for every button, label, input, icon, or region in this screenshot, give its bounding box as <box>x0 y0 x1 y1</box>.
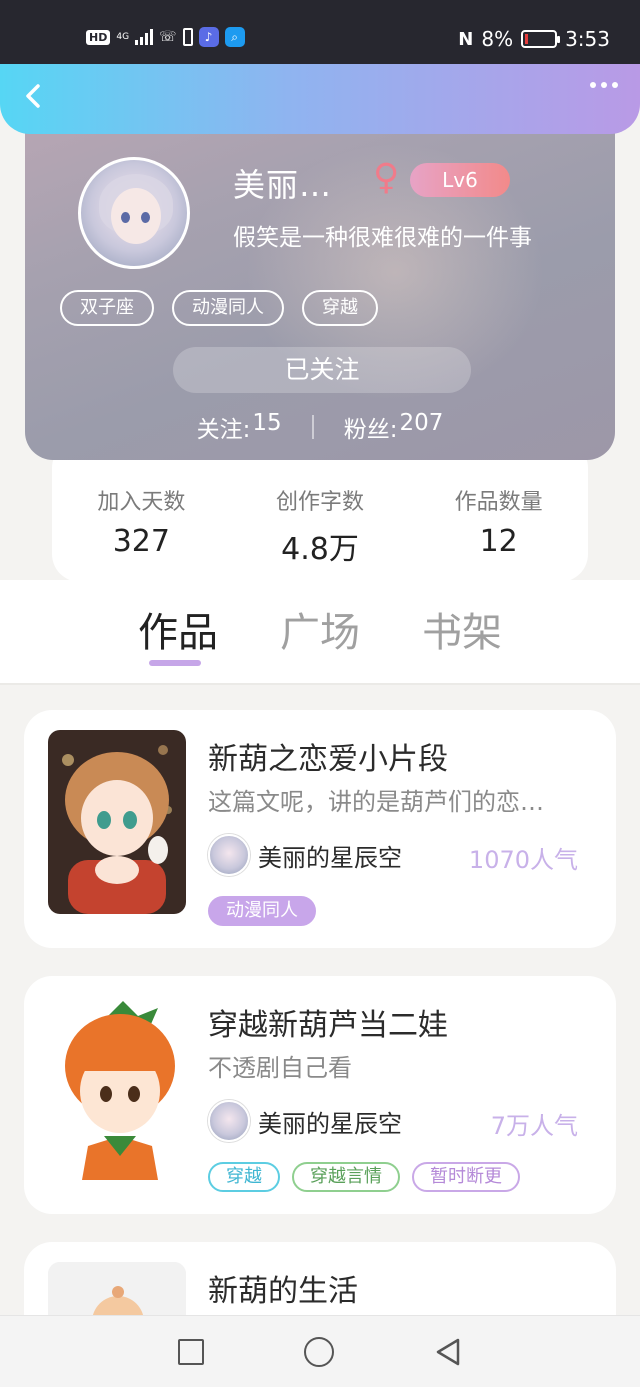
female-icon: ♀ <box>373 157 400 198</box>
summary-card: 加入天数 327 创作字数 4.8万 作品数量 12 <box>52 440 588 582</box>
work-description: 不透剧自己看 <box>208 1054 352 1082</box>
tab-works[interactable]: 作品 <box>138 600 218 658</box>
work-title: 新葫的生活 <box>208 1274 358 1309</box>
active-tab-indicator <box>149 660 201 666</box>
back-button[interactable] <box>18 80 50 112</box>
system-nav-bar <box>0 1315 640 1387</box>
hd-icon: HD <box>86 29 111 45</box>
status-left: HD 4G ☏ ♪ ⌕ <box>86 27 245 47</box>
author-avatar <box>208 1100 250 1142</box>
home-button[interactable] <box>304 1336 334 1367</box>
summary-works-count: 作品数量 12 <box>454 490 543 559</box>
top-nav <box>0 64 640 134</box>
profile-tags: 双子座 动漫同人 穿越 <box>60 290 378 326</box>
author-name: 美丽的星辰空 <box>258 843 402 872</box>
work-tag[interactable]: 穿越言情 <box>292 1162 400 1192</box>
profile-tag[interactable]: 双子座 <box>60 290 154 326</box>
divider <box>311 415 314 439</box>
work-cover[interactable] <box>48 730 186 914</box>
clock: 3:53 <box>565 27 610 51</box>
battery-percent: 8% <box>481 27 514 51</box>
follow-stats: 关注: 15 粉丝: 207 <box>25 410 615 444</box>
work-author[interactable]: 美丽的星辰空 <box>208 1100 402 1142</box>
work-popularity: 1070人气 <box>468 846 578 874</box>
follow-button[interactable]: 已关注 <box>173 347 471 393</box>
profile-name: 美丽… <box>233 166 333 204</box>
work-popularity: 7万人气 <box>490 1112 578 1140</box>
author-name: 美丽的星辰空 <box>258 1109 402 1138</box>
work-tag[interactable]: 动漫同人 <box>208 896 316 926</box>
work-tag[interactable]: 暂时断更 <box>412 1162 520 1192</box>
work-tags: 动漫同人 <box>208 896 316 926</box>
profile-card: 美丽… ♀ Lv6 假笑是一种很难很难的一件事 双子座 动漫同人 穿越 已关注 … <box>25 112 615 460</box>
profile-tag[interactable]: 动漫同人 <box>172 290 284 326</box>
music-app-icon: ♪ <box>198 27 219 47</box>
summary-word-count: 创作字数 4.8万 <box>276 490 365 567</box>
phone-icon <box>182 28 193 46</box>
tab-bookshelf[interactable]: 书架 <box>422 600 502 658</box>
work-author[interactable]: 美丽的星辰空 <box>208 834 402 876</box>
profile-signature: 假笑是一种很难很难的一件事 <box>233 225 532 251</box>
summary-join-days: 加入天数 327 <box>97 490 186 559</box>
work-title: 穿越新葫芦当二娃 <box>208 1008 448 1043</box>
tab-bar: 作品 广场 书架 <box>0 600 640 658</box>
work-title: 新葫之恋爱小片段 <box>208 742 448 777</box>
tab-square[interactable]: 广场 <box>280 600 360 658</box>
search-app-icon: ⌕ <box>224 27 245 47</box>
battery-icon <box>521 30 561 48</box>
work-card[interactable]: 穿越新葫芦当二娃 不透剧自己看 美丽的星辰空 7万人气 穿越 穿越言情 暂时断更 <box>24 976 616 1214</box>
profile-tag[interactable]: 穿越 <box>302 290 378 326</box>
back-triangle-icon[interactable] <box>434 1337 462 1367</box>
missed-call-icon: ☏ <box>159 29 177 45</box>
more-dots-icon <box>590 82 596 88</box>
work-description: 这篇文呢，讲的是葫芦们的恋… <box>208 788 544 816</box>
status-right: N 8% 3:53 <box>458 27 610 51</box>
following-stat[interactable]: 关注: 15 <box>197 410 282 444</box>
work-cover[interactable] <box>48 996 186 1180</box>
network-type: 4G <box>116 31 130 42</box>
work-tags: 穿越 穿越言情 暂时断更 <box>208 1162 520 1192</box>
avatar[interactable] <box>78 157 190 269</box>
level-badge: Lv6 <box>410 163 510 197</box>
signal-icon <box>135 29 154 45</box>
work-tag[interactable]: 穿越 <box>208 1162 280 1192</box>
work-card[interactable]: 新葫之恋爱小片段 这篇文呢，讲的是葫芦们的恋… 美丽的星辰空 1070人气 动漫… <box>24 710 616 948</box>
author-avatar <box>208 834 250 876</box>
more-button[interactable] <box>590 82 618 88</box>
recents-button[interactable] <box>178 1338 204 1365</box>
nfc-icon: N <box>458 28 474 50</box>
fans-stat[interactable]: 粉丝: 207 <box>344 410 444 444</box>
chevron-left-icon <box>26 84 40 108</box>
